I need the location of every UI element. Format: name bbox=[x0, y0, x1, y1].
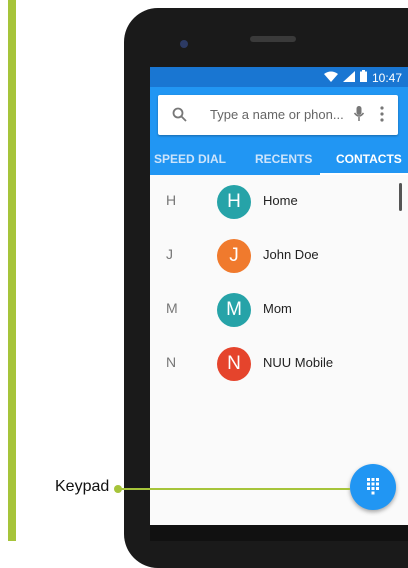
contact-row[interactable]: J J John Doe bbox=[150, 229, 408, 283]
more-options-icon[interactable] bbox=[380, 106, 384, 127]
tab-speed-dial[interactable]: SPEED DIAL bbox=[154, 152, 226, 166]
clock: 10:47 bbox=[371, 70, 402, 85]
section-letter: H bbox=[166, 192, 177, 208]
dialpad-icon bbox=[367, 478, 379, 495]
scrollbar[interactable] bbox=[399, 183, 402, 211]
signal-icon bbox=[342, 70, 355, 85]
wifi-icon bbox=[323, 71, 338, 85]
search-input[interactable]: Type a name or phon... bbox=[210, 107, 344, 122]
front-camera bbox=[180, 40, 188, 48]
contact-name: NUU Mobile bbox=[263, 355, 334, 370]
keypad-button[interactable] bbox=[350, 464, 396, 510]
search-icon[interactable] bbox=[172, 107, 187, 127]
navigation-bar bbox=[150, 525, 408, 541]
section-letter: M bbox=[166, 300, 178, 316]
avatar: M bbox=[217, 293, 251, 327]
contact-name: John Doe bbox=[263, 247, 319, 262]
contact-row[interactable]: M M Mom bbox=[150, 283, 408, 337]
search-box[interactable]: Type a name or phon... bbox=[158, 95, 398, 135]
earpiece-speaker bbox=[250, 36, 296, 42]
section-letter: N bbox=[166, 354, 177, 370]
section-letter: J bbox=[166, 246, 173, 262]
dialer-app-bar: Type a name or phon... SPEED DIAL RECENT… bbox=[150, 87, 408, 175]
avatar: J bbox=[217, 239, 251, 273]
phone-screen: 10:47 Type a name or phon... SPEED DIAL … bbox=[150, 67, 408, 525]
tab-recents[interactable]: RECENTS bbox=[255, 152, 312, 166]
keypad-callout-label: Keypad bbox=[55, 478, 110, 495]
contact-row[interactable]: H H Home bbox=[150, 175, 408, 229]
avatar: N bbox=[217, 347, 251, 381]
avatar: H bbox=[217, 185, 251, 219]
battery-icon bbox=[359, 70, 367, 85]
contact-row[interactable]: N N NUU Mobile bbox=[150, 337, 408, 391]
contact-name: Mom bbox=[263, 301, 292, 316]
microphone-icon[interactable] bbox=[353, 105, 365, 128]
status-bar: 10:47 bbox=[150, 67, 408, 87]
callout-leader-line bbox=[120, 488, 350, 490]
tab-contacts[interactable]: CONTACTS bbox=[336, 152, 402, 166]
tab-bar: SPEED DIAL RECENTS CONTACTS bbox=[150, 144, 408, 175]
callout-border-bar bbox=[8, 0, 16, 541]
contact-name: Home bbox=[263, 193, 298, 208]
